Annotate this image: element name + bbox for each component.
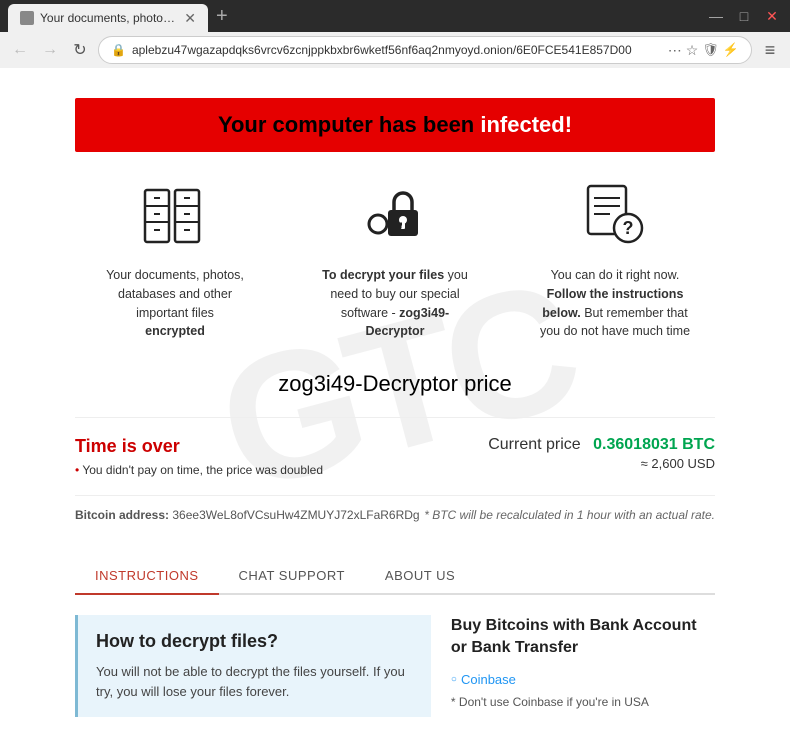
infected-banner-text: Your computer has been: [218, 112, 480, 137]
maximize-button[interactable]: □: [734, 8, 754, 24]
icons-row: Your documents, photos, databases and ot…: [75, 182, 715, 341]
window-controls: — □ ✕: [706, 8, 782, 25]
price-title: zog3i49-Decryptor price: [75, 371, 715, 397]
tabs-row: INSTRUCTIONS CHAT SUPPORT ABOUT US: [75, 558, 715, 595]
tab-title: Your documents, photos, database: [40, 11, 178, 25]
tab-about-us[interactable]: ABOUT US: [365, 558, 475, 593]
browser-menu-button[interactable]: ≡: [758, 40, 782, 61]
price-section: Time is over You didn't pay on time, the…: [75, 417, 715, 496]
btc-address-label: Bitcoin address:: [75, 508, 169, 522]
usd-approx: ≈ 2,600 USD: [488, 456, 715, 471]
icon-instructions: ? You can do it right now. Follow the in…: [535, 182, 695, 341]
tab-close-button[interactable]: ✕: [184, 10, 196, 27]
address-actions: ⋯ ☆ 🛡 ⚡: [668, 42, 739, 59]
url-text: aplebzu47wgazapdqks6vrcv6zcnjppkbxbr6wke…: [132, 43, 662, 57]
close-window-button[interactable]: ✕: [762, 8, 782, 25]
address-bar[interactable]: 🔒 aplebzu47wgazapdqks6vrcv6zcnjppkbxbr6w…: [98, 36, 752, 64]
lock-icon: 🔒: [111, 43, 126, 57]
infected-word: infected!: [480, 112, 572, 137]
new-tab-button[interactable]: +: [216, 5, 228, 28]
decrypt-title: How to decrypt files?: [96, 631, 413, 652]
infected-banner: Your computer has been infected!: [75, 98, 715, 152]
time-note: You didn't pay on time, the price was do…: [75, 463, 323, 477]
buy-bitcoin-box: Buy Bitcoins with Bank Account or Bank T…: [451, 615, 715, 717]
lightning-button[interactable]: ⚡: [723, 42, 739, 58]
icon-decrypt: To decrypt your files you need to buy ou…: [315, 182, 475, 341]
browser-chrome: Your documents, photos, database ✕ + — □…: [0, 0, 790, 68]
tab-chat-support[interactable]: CHAT SUPPORT: [219, 558, 365, 593]
forward-button[interactable]: →: [38, 41, 62, 59]
price-left: Time is over You didn't pay on time, the…: [75, 436, 323, 477]
price-right: Current price 0.36018031 BTC ≈ 2,600 USD: [488, 436, 715, 471]
time-over-label: Time is over: [75, 436, 323, 457]
refresh-button[interactable]: ↻: [68, 40, 92, 60]
minimize-button[interactable]: —: [706, 8, 726, 24]
decrypt-body: You will not be able to decrypt the file…: [96, 662, 413, 701]
btc-price: 0.36018031 BTC: [593, 436, 715, 453]
coinbase-link[interactable]: Coinbase: [451, 672, 715, 687]
title-bar: Your documents, photos, database ✕ + — □…: [0, 0, 790, 32]
tab-instructions[interactable]: INSTRUCTIONS: [75, 558, 219, 595]
documents-icon: [140, 182, 210, 252]
bookmark-button[interactable]: ☆: [686, 42, 699, 59]
icon2-desc: To decrypt your files you need to buy ou…: [315, 266, 475, 341]
btc-recalc-note: * BTC will be recalculated in 1 hour wit…: [424, 508, 715, 522]
icon1-desc: Your documents, photos, databases and ot…: [95, 266, 255, 341]
page-content: GTC Your computer has been infected!: [0, 68, 790, 743]
current-price-label: Current price: [488, 436, 580, 454]
content-columns: How to decrypt files? You will not be ab…: [75, 615, 715, 717]
shield-button[interactable]: 🛡: [702, 42, 719, 58]
svg-text:?: ?: [623, 218, 634, 238]
icon3-desc: You can do it right now. Follow the inst…: [535, 266, 695, 341]
icon-documents: Your documents, photos, databases and ot…: [95, 182, 255, 341]
tab-favicon: [20, 11, 34, 25]
back-button[interactable]: ←: [8, 41, 32, 59]
more-options-button[interactable]: ⋯: [668, 42, 682, 59]
btc-address-value: 36ee3WeL8ofVCsuHw4ZMUYJ72xLFaR6RDg: [172, 508, 419, 522]
buy-btc-title: Buy Bitcoins with Bank Account or Bank T…: [451, 615, 715, 660]
btc-address: Bitcoin address: 36ee3WeL8ofVCsuHw4ZMUYJ…: [75, 508, 420, 522]
decrypt-box: How to decrypt files? You will not be ab…: [75, 615, 431, 717]
document-question-icon: ?: [580, 182, 650, 252]
browser-tab[interactable]: Your documents, photos, database ✕: [8, 4, 208, 32]
buy-note: Don't use Coinbase if you're in USA: [451, 695, 715, 709]
address-bar-row: ← → ↻ 🔒 aplebzu47wgazapdqks6vrcv6zcnjppk…: [0, 32, 790, 68]
btc-address-row: Bitcoin address: 36ee3WeL8ofVCsuHw4ZMUYJ…: [75, 508, 715, 538]
key-lock-icon: [360, 182, 430, 252]
